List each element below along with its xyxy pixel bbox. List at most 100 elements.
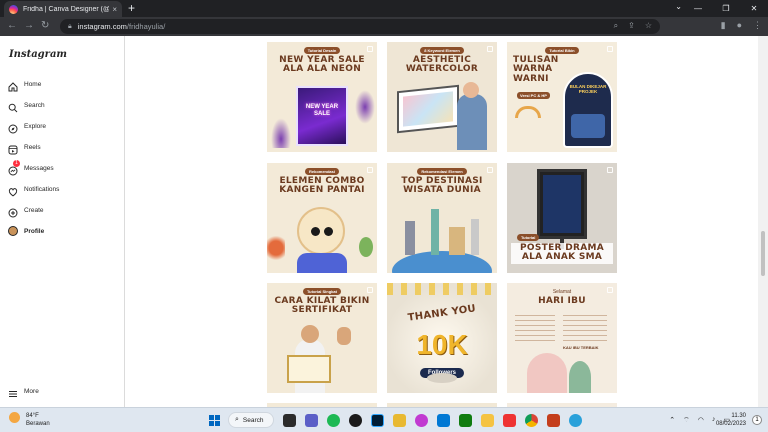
taskbar-search-label: Search [242,416,264,424]
message-badge: 1 [13,160,20,167]
sidebar-item-search[interactable]: Search [8,98,45,113]
neon-poster-image: NEW YEAR SALE [296,86,348,146]
tab-close-icon[interactable]: × [112,5,117,14]
sidebar-item-home[interactable]: Home [8,77,41,92]
app-icon[interactable] [415,414,428,427]
profile-icon[interactable]: ● [737,20,742,31]
poem-text-left [515,315,555,345]
boy-head [301,325,319,343]
sunglasses-left [311,227,320,236]
volume-icon[interactable]: ♪ [712,416,716,425]
location-app-icon[interactable] [349,414,362,427]
carousel-icon [367,46,373,52]
taskbar-clock[interactable]: 11.30 08/02/2023 [716,412,746,428]
share-icon[interactable]: ⇪ [628,21,635,31]
window-controls: — ❐ ✕ [684,0,768,17]
post-kicker-text: Rekomendasi [304,168,339,175]
landmark-tower [405,221,415,255]
lock-icon[interactable]: 🔒︎ [68,23,72,31]
post-kicker: Tutorial Desain [267,47,377,54]
people-photo [571,114,605,138]
weather-text: 84°F Berawan [26,412,50,428]
sidebar-item-label: Profile [24,227,45,235]
telegram-icon[interactable] [569,414,582,427]
close-window-button[interactable]: ✕ [740,0,768,17]
post-tile[interactable]: Tutorial Desain NEW YEAR SALE ALA ALA NE… [267,42,377,152]
wifi-icon[interactable]: ◠ [698,416,704,425]
task-view-icon[interactable] [283,414,296,427]
palm-leaf-decoration [271,118,291,148]
poster-screen [543,175,581,233]
scrollbar-thumb[interactable] [761,231,765,276]
post-kicker: Rekomendasi [267,168,377,175]
carousel-icon [367,167,373,173]
sidebar-item-messages[interactable]: 1 Messages [8,160,54,176]
instagram-logo[interactable]: Instagram [9,49,67,60]
forward-arrow-icon[interactable]: → [24,20,34,31]
post-tile[interactable]: Tutorial Singkat CARA KILAT BIKIN SERTIF… [267,283,377,393]
sidebar-item-label: Messages [24,164,54,172]
temperature: 84°F [26,413,39,419]
photoshop-icon[interactable] [371,414,384,427]
bookmark-star-icon[interactable]: ☆ [645,21,652,31]
chrome-icon[interactable] [525,414,538,427]
notification-center-icon[interactable]: 1 [752,415,762,425]
tab-search-icon[interactable]: ⌄ [675,2,682,11]
sidebar-item-more[interactable]: More [8,384,39,398]
network-icon[interactable]: ⌔ [683,416,690,425]
post-tile[interactable]: Rekomendasi Elemen TOP DESTINASI WISATA … [387,163,497,273]
zoom-icon[interactable]: ⌕ [614,21,618,31]
new-tab-button[interactable]: + [128,2,135,14]
page-scrollbar[interactable] [758,36,768,407]
post-tile[interactable]: Tutorial POSTER DRAMA ALA ANAK SMA [507,163,617,273]
post-kicker-text: Tutorial Bikin [545,47,579,54]
post-tile[interactable]: Rekomendasi ELEMEN COMBO KANGEN PANTAI [267,163,377,273]
reload-icon[interactable]: ↻ [41,20,49,31]
browser-tab[interactable]: Fridha | Canva Designer (@fridha × [4,1,122,17]
opera-icon[interactable] [503,414,516,427]
post-sub-text: Versi PC & HP [517,92,550,99]
chrome-menu-icon[interactable]: ⋮ [753,20,762,31]
weather-condition: Berawan [26,421,50,427]
confetti-decoration [387,283,497,295]
search-icon [8,100,18,113]
file-explorer-icon[interactable] [393,414,406,427]
chevron-up-icon[interactable]: ⌃ [669,416,675,425]
search-icon: ⌕ [235,416,239,423]
post-tile[interactable]: THANK YOU 10K Followers [387,283,497,393]
carousel-icon [607,46,613,52]
sidebar-item-profile[interactable]: Profile [8,224,44,238]
sidebar-item-explore[interactable]: Explore [8,119,46,134]
taskbar-search[interactable]: ⌕ Search [228,412,274,428]
post-sub: KAU IBU TERBAIK [563,345,599,350]
post-tile[interactable]: 8 Keyword Elemen AESTHETIC WATERCOLOR [387,42,497,152]
post-kicker-text: Tutorial [517,234,540,241]
address-bar[interactable]: 🔒︎ instagram.com /fridhayulia/ ⌕ ⇪ ☆ [60,19,660,34]
powerpoint-icon[interactable] [547,414,560,427]
followers-count: 10K [416,329,468,360]
post-tile[interactable]: Tutorial Bikin TULISAN WARNA WARNI Versi… [507,42,617,152]
sidebar-item-label: Reels [24,143,41,151]
folder-icon[interactable] [481,414,494,427]
omnibox-actions: ⌕ ⇪ ☆ [614,21,652,31]
weather-widget[interactable]: 84°F Berawan [9,412,50,428]
post-tile[interactable]: Selamat HARI IBU KAU IBU TERBAIK [507,283,617,393]
xbox-icon[interactable] [459,414,472,427]
clock-time: 11.30 [731,413,746,419]
teams-icon[interactable] [305,414,318,427]
post-headline: HARI IBU [538,296,586,306]
post-kicker-text: 8 Keyword Elemen [420,47,464,54]
restore-button[interactable]: ❐ [712,0,740,17]
post-kicker-text: Tutorial Desain [303,47,341,54]
drawing-tablet-image [397,84,459,134]
store-icon[interactable] [437,414,450,427]
instagram-sidebar: Instagram Home Search Explore Reels 1 Me… [0,36,125,407]
windows-start-icon[interactable] [209,415,220,426]
side-panel-icon[interactable]: ▮ [721,20,726,31]
sidebar-item-create[interactable]: Create [8,203,44,218]
sidebar-item-reels[interactable]: Reels [8,140,41,155]
spotify-icon[interactable] [327,414,340,427]
minimize-button[interactable]: — [684,0,712,17]
sidebar-item-notifications[interactable]: Notifications [8,182,59,197]
back-arrow-icon[interactable]: ← [7,20,17,31]
